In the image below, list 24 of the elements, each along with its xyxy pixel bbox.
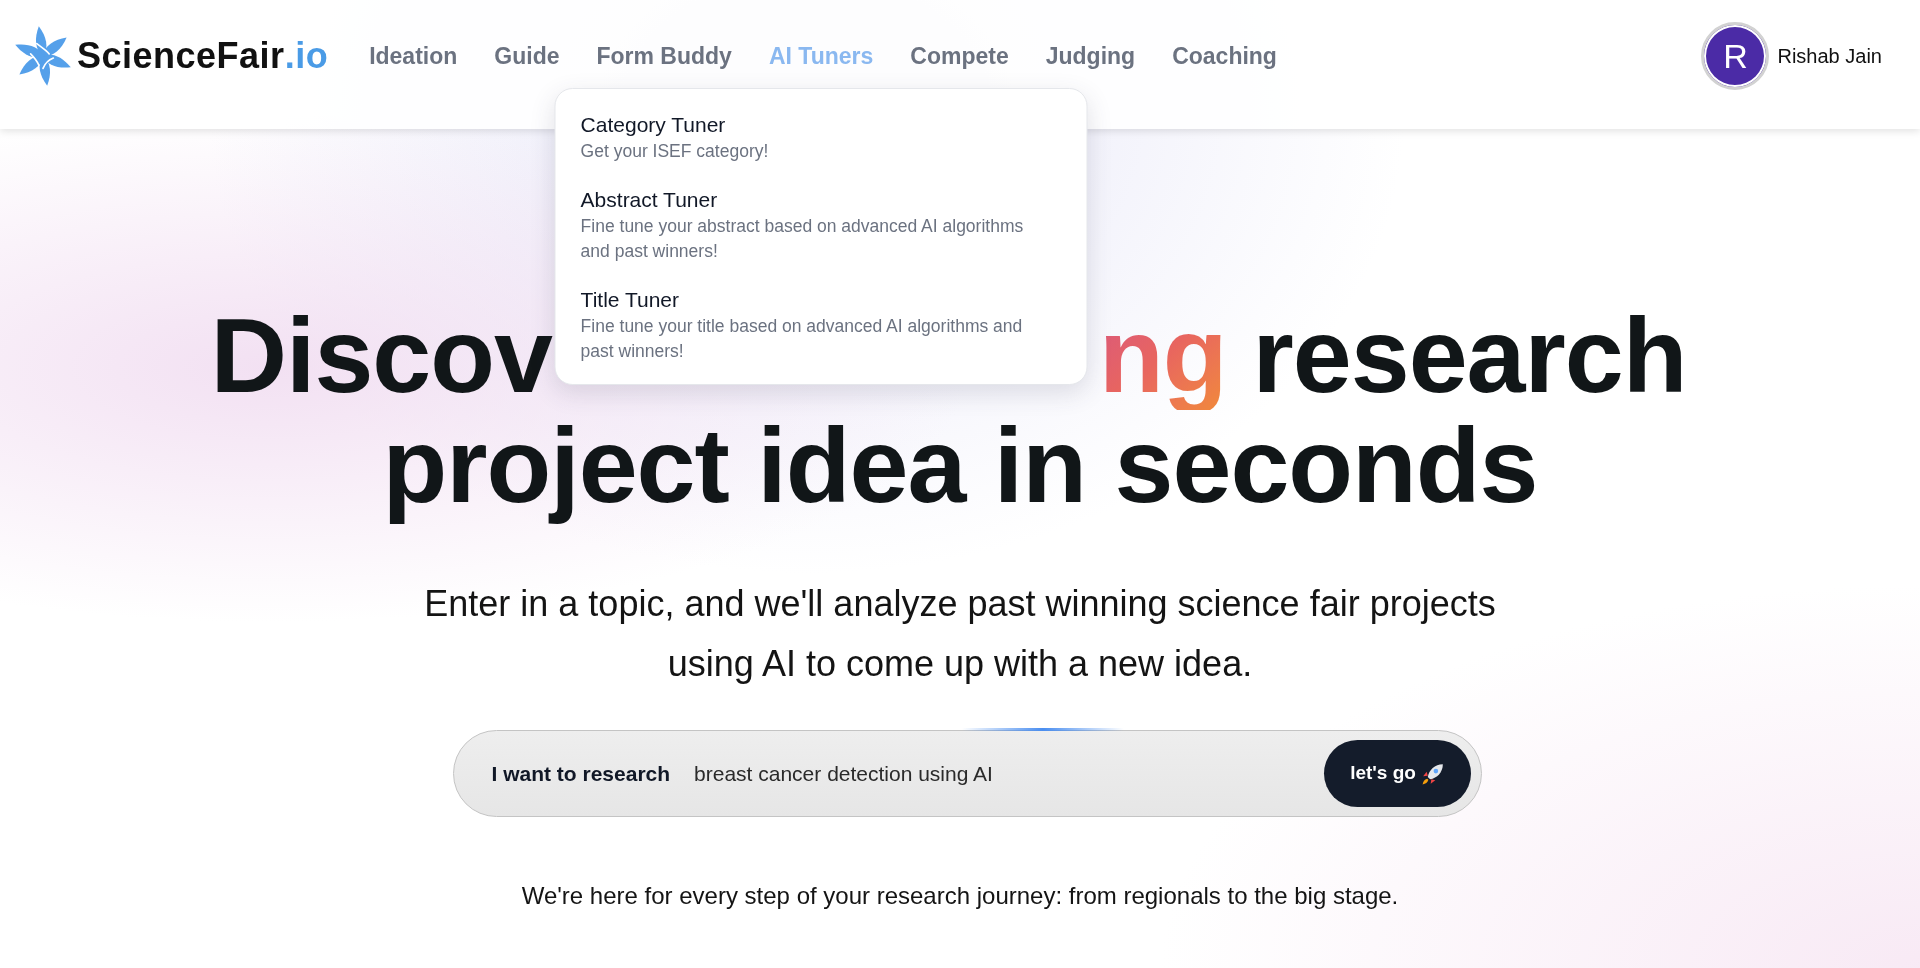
- logo-wordmark[interactable]: ScienceFair.io: [77, 34, 329, 78]
- rocket-icon: [1421, 762, 1444, 785]
- topic-input[interactable]: breast cancer detection using AI: [694, 757, 1324, 790]
- headline-text: Discov: [210, 300, 552, 410]
- nav-link[interactable]: Form Buddy: [596, 41, 732, 71]
- avatar[interactable]: R: [1701, 22, 1770, 90]
- lets-go-button[interactable]: let's go: [1323, 740, 1471, 807]
- user-name: Rishab Jain: [1777, 44, 1882, 69]
- star-logo-icon: [15, 25, 71, 87]
- menu-item[interactable]: Category Tuner: [580, 111, 726, 139]
- nav-link[interactable]: Compete: [910, 41, 1009, 71]
- nav-link[interactable]: Guide: [494, 41, 560, 71]
- menu-item-description: Get your ISEF category!: [580, 140, 770, 163]
- nav-link[interactable]: Coaching: [1172, 41, 1277, 71]
- menu-item-description: Fine tune your title based on advanced AI algorithms and past winners!: [580, 315, 1024, 363]
- tagline: We're here for every step of your research journey: from regionals to the big stage.: [521, 881, 1399, 911]
- subtitle: Enter in a topic, and we'll analyze past winning science fair projects using AI to come up with a new idea.: [423, 582, 1497, 686]
- menu-item[interactable]: Title Tuner: [580, 286, 680, 314]
- nav-link[interactable]: Judging: [1045, 41, 1136, 71]
- nav-link[interactable]: Ideation: [369, 41, 458, 71]
- search-label: I want to research: [491, 760, 671, 787]
- menu-item[interactable]: Abstract Tuner: [580, 186, 718, 214]
- menu-item-description: Fine tune your abstract based on advanced AI algorithms and past winners!: [580, 215, 1025, 263]
- headline-text: research: [1252, 300, 1687, 410]
